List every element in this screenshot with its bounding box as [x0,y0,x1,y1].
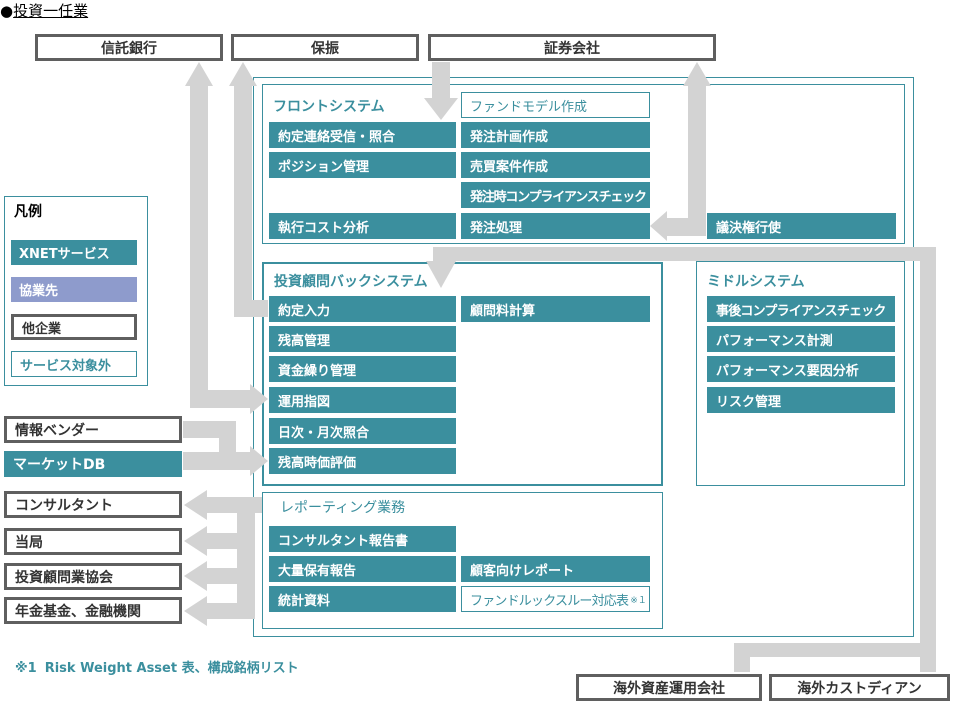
overseas-asset-manager-box: 海外資産運用会社 [576,674,762,701]
legend-xnet-service: XNETサービス [11,240,137,265]
investment-instruction-box: 運用指図 [269,387,456,413]
reconciliation-box: 日次・月次照合 [269,418,456,444]
info-vendor-box: 情報ベンダー [4,416,182,443]
proxy-voting-box: 議決権行使 [707,213,896,239]
securities-company-box: 証券会社 [428,34,716,61]
balance-management-box: 残高管理 [269,326,456,352]
arrow-overseas-branch-horizontal [734,643,936,657]
arrow-to-consultant [184,490,238,520]
middle-system-title: ミドルシステム [707,274,805,290]
arrow-overseas-vertical [920,247,936,672]
arrow-to-association [184,561,238,591]
pre-trade-compliance-box: 発注時コンプライアンスチェック [461,182,650,208]
execution-cost-analysis-box: 執行コスト分析 [269,213,456,239]
legend-partner: 協業先 [11,277,137,302]
fund-lookthrough-box: ファンドルックスルー対応表 ※１ [461,586,650,612]
footnote-mark: ※1 [15,661,37,676]
overseas-custodian-box: 海外カストディアン [769,674,950,701]
arrow-vendor-down [219,421,236,461]
consultant-report-box: コンサルタント報告書 [269,526,456,552]
advisory-fee-box: 顧問料計算 [461,296,650,322]
trade-proposal-box: 売買案件作成 [461,152,650,178]
front-system-title: フロントシステム [273,99,385,115]
cash-management-box: 資金繰り管理 [269,356,456,382]
arrow-to-authority [184,526,238,556]
large-holding-report-box: 大量保有報告 [269,556,456,582]
fund-model-box: ファンドモデル作成 [461,92,650,118]
arrow-to-pension [184,596,238,626]
page-title: ●投資一任業 [0,0,88,21]
trade-entry-box: 約定入力 [269,296,456,322]
legend-title: 凡例 [14,204,42,220]
authority-box: 当局 [4,528,182,555]
jasdec-box: 保振 [231,34,419,61]
client-report-box: 顧客向けレポート [461,556,650,582]
valuation-box: 残高時価評価 [269,448,456,474]
title-bullet: ● [0,2,14,20]
arrow-vendor-out [183,421,236,438]
fund-lookthrough-label: ファンドルックスルー対応表 [470,593,629,609]
reporting-title: レポーティング業務 [280,500,406,516]
advisors-association-box: 投資顧問業協会 [4,563,182,590]
fund-lookthrough-note-mark: ※１ [630,595,647,606]
order-planning-box: 発注計画作成 [461,122,650,148]
performance-attribution-box: パフォーマンス要因分析 [707,356,895,382]
back-system-title: 投資顧問バックシステム [274,274,428,290]
market-db-box: マーケットDB [4,451,182,477]
performance-measurement-box: パフォーマンス計測 [707,326,895,352]
risk-management-box: リスク管理 [707,387,895,413]
footnote: ※1 Risk Weight Asset 表、構成銘柄リスト [15,657,299,676]
order-processing-box: 発注処理 [461,213,650,239]
post-trade-compliance-box: 事後コンプライアンスチェック [707,296,895,322]
business-flow-diagram: ●投資一任業 フロントシステム 投資顧問バックシステム ミドルシステム レポーテ… [0,0,960,720]
pension-fund-box: 年金基金、金融機関 [4,597,182,624]
title-text: 投資一任業 [13,2,89,20]
legend-other-company: 他企業 [11,314,137,340]
arrow-overseas-branch-vertical [734,643,750,672]
footnote-text: Risk Weight Asset 表、構成銘柄リスト [44,661,299,676]
trust-bank-box: 信託銀行 [35,34,223,61]
consultant-box: コンサルタント [4,491,182,518]
trade-confirmation-box: 約定連絡受信・照合 [269,122,456,148]
legend-out-of-scope: サービス対象外 [11,351,137,377]
statistics-box: 統計資料 [269,586,456,612]
position-management-box: ポジション管理 [269,152,456,178]
